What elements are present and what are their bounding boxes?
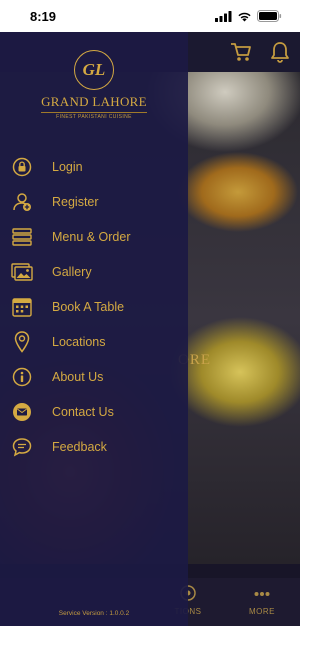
menu-item-label: Contact Us — [52, 405, 114, 419]
menu-item-label: Feedback — [52, 440, 107, 454]
menu-list-icon — [11, 226, 33, 248]
status-icons — [215, 10, 282, 22]
wifi-icon — [238, 12, 251, 21]
lock-icon — [11, 156, 33, 178]
service-version: Service Version : 1.0.0.2 — [58, 610, 130, 617]
status-time: 8:19 — [30, 8, 57, 24]
logo-name: GRAND LAHORE — [41, 94, 147, 109]
menu-item-register[interactable]: Register — [0, 185, 188, 219]
menu-item-label: Menu & Order — [52, 230, 131, 244]
cart-icon[interactable] — [230, 41, 252, 63]
more-dots-icon — [254, 592, 270, 596]
menu-item-feedback[interactable]: Feedback — [0, 430, 188, 464]
brand-logo: GL GRAND LAHORE FINEST PAKISTANI CUISINE — [38, 50, 150, 140]
mail-icon — [11, 401, 33, 423]
gallery-icon — [11, 261, 33, 283]
location-pin-icon — [11, 331, 33, 353]
menu-item-menu-order[interactable]: Menu & Order — [0, 220, 188, 254]
home-indicator-area — [0, 626, 300, 650]
menu-item-label: About Us — [52, 370, 104, 384]
status-bar: 8:19 — [0, 0, 300, 32]
side-drawer: GL GRAND LAHORE FINEST PAKISTANI CUISINE… — [0, 32, 188, 626]
menu-item-book-table[interactable]: Book A Table — [0, 290, 188, 324]
menu-item-gallery[interactable]: Gallery — [0, 255, 188, 289]
add-user-icon — [11, 191, 33, 213]
menu-item-login[interactable]: Login — [0, 150, 188, 184]
bell-icon[interactable] — [270, 41, 290, 63]
logo-divider — [41, 112, 147, 113]
logo-monogram: GL — [74, 50, 114, 90]
nav-item-label: MORE — [249, 607, 275, 616]
nav-item-more[interactable]: MORE — [232, 584, 292, 616]
logo-tagline: FINEST PAKISTANI CUISINE — [56, 114, 132, 120]
menu-item-label: Register — [52, 195, 99, 209]
battery-icon — [257, 10, 282, 22]
menu-item-contact-us[interactable]: Contact Us — [0, 395, 188, 429]
menu-item-label: Login — [52, 160, 83, 174]
info-icon — [11, 366, 33, 388]
chat-bubble-icon — [11, 436, 33, 458]
calendar-icon — [11, 296, 33, 318]
menu-item-label: Locations — [52, 335, 106, 349]
menu-item-label: Gallery — [52, 265, 92, 279]
menu-item-locations[interactable]: Locations — [0, 325, 188, 359]
menu-item-label: Book A Table — [52, 300, 125, 314]
signal-icon — [215, 10, 232, 22]
menu-item-about-us[interactable]: About Us — [0, 360, 188, 394]
